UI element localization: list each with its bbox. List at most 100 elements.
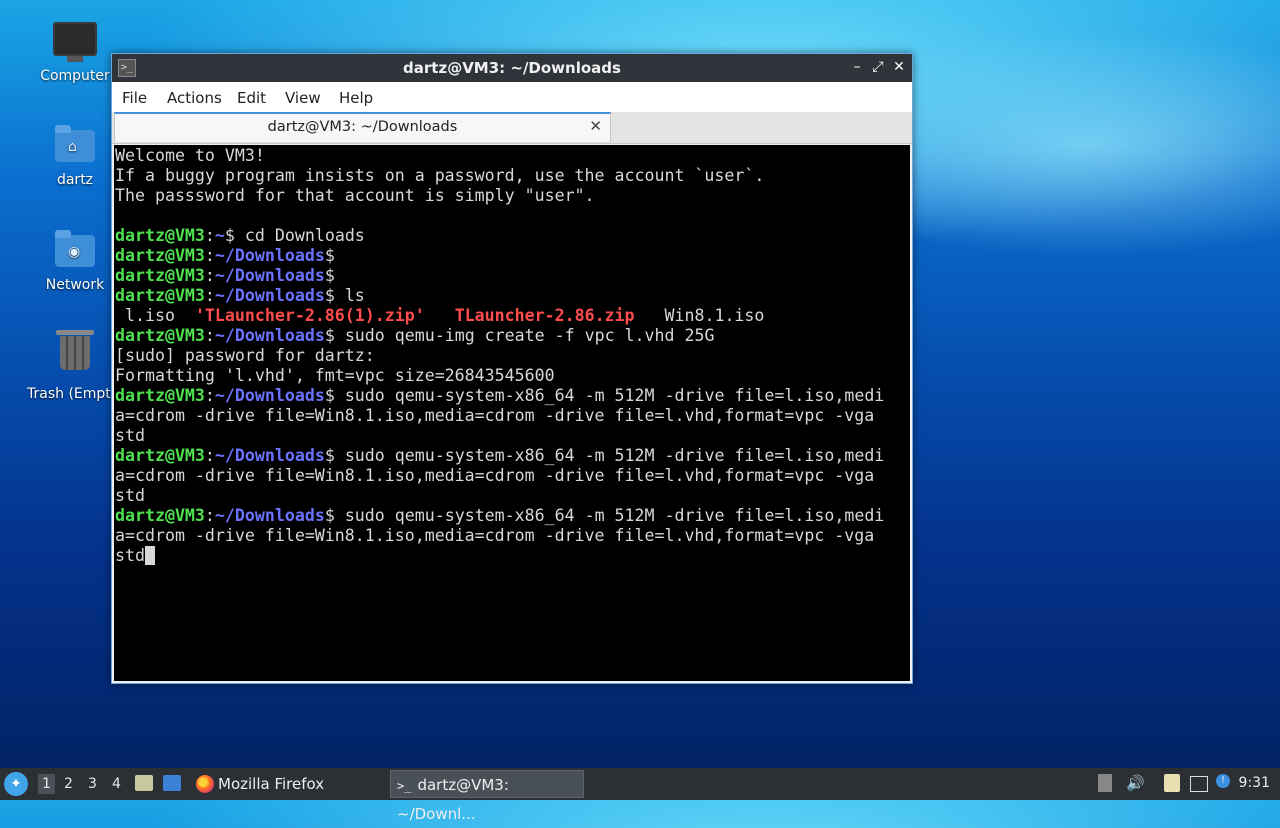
output-text: a=cdrom -drive file=Win8.1.iso,media=cdr… xyxy=(115,406,875,425)
terminal-line: a=cdrom -drive file=Win8.1.iso,media=cdr… xyxy=(115,466,910,486)
window-title: dartz@VM3: ~/Downloads xyxy=(403,59,621,77)
output-text: The passsword for that account is simply… xyxy=(115,186,595,205)
workspace-4[interactable]: 4 xyxy=(112,776,121,792)
close-button[interactable]: ✕ xyxy=(890,58,908,76)
workspace-3[interactable]: 3 xyxy=(88,776,97,792)
menu-edit[interactable]: Edit xyxy=(237,89,266,107)
prompt-dollar: $ xyxy=(324,246,335,265)
terminal-line: Formatting 'l.vhd', fmt=vpc size=2684354… xyxy=(115,366,910,386)
trash-icon xyxy=(53,330,97,380)
prompt-separator: : xyxy=(204,506,215,525)
prompt-user: dartz@VM3 xyxy=(115,326,205,345)
desktop-icon-trash[interactable]: Trash (Empty) xyxy=(27,330,125,402)
terminal-line: a=cdrom -drive file=Win8.1.iso,media=cdr… xyxy=(115,406,910,426)
prompt-separator: : xyxy=(204,226,215,245)
prompt-path: ~/Downloads xyxy=(214,246,325,265)
prompt-dollar: $ xyxy=(324,506,335,525)
command-text: cd Downloads xyxy=(234,226,365,245)
prompt-path: ~/Downloads xyxy=(214,386,325,405)
prompt-path: ~ xyxy=(214,226,225,245)
terminal-line: std xyxy=(115,486,910,506)
prompt-user: dartz@VM3 xyxy=(115,246,205,265)
output-text: Formatting 'l.vhd', fmt=vpc size=2684354… xyxy=(115,366,555,385)
prompt-user: dartz@VM3 xyxy=(115,286,205,305)
workspace-1[interactable]: 1 xyxy=(38,774,55,794)
prompt-path: ~/Downloads xyxy=(214,326,325,345)
terminal-line: dartz@VM3:~/Downloads$ sudo qemu-system-… xyxy=(115,386,910,406)
ls-entry: Win8.1.iso xyxy=(634,306,765,325)
prompt-user: dartz@VM3 xyxy=(115,506,205,525)
prompt-dollar: $ xyxy=(224,226,235,245)
minimize-button[interactable]: – xyxy=(848,58,866,76)
ls-entry: l.iso xyxy=(115,306,195,325)
text-cursor xyxy=(144,546,155,565)
tab-bar: dartz@VM3: ~/Downloads ✕ xyxy=(112,112,912,144)
prompt-separator: : xyxy=(204,246,215,265)
command-text: sudo qemu-system-x86_64 -m 512M -drive f… xyxy=(334,446,885,465)
terminal-output[interactable]: Welcome to VM3! If a buggy program insist… xyxy=(114,145,910,681)
task-terminal[interactable]: >_ dartz@VM3: ~/Downl... xyxy=(390,770,584,823)
prompt-dollar: $ xyxy=(324,266,335,285)
prompt-user: dartz@VM3 xyxy=(115,386,205,405)
output-text: std xyxy=(115,426,145,445)
desktop-icon-home[interactable]: ⌂ dartz xyxy=(27,122,123,188)
taskbar: ✦ 1 2 3 4 Mozilla Firefox >_ dartz@VM3: ~… xyxy=(0,768,1280,823)
terminal-line: std xyxy=(115,546,910,566)
prompt-user: dartz@VM3 xyxy=(115,266,205,285)
prompt-user: dartz@VM3 xyxy=(115,446,205,465)
firefox-icon xyxy=(196,775,214,793)
desktop-icon-network[interactable]: ◉ Network xyxy=(27,227,123,293)
computer-icon xyxy=(53,18,97,62)
desktop-icon-computer[interactable]: Computer xyxy=(27,18,123,84)
ls-archive-entry: TLauncher-2.86.zip xyxy=(454,306,635,325)
task-label: Mozilla Firefox xyxy=(218,775,325,793)
terminal-line: dartz@VM3:~/Downloads$ xyxy=(115,266,910,286)
workspace-2[interactable]: 2 xyxy=(64,776,73,792)
command-text: sudo qemu-system-x86_64 -m 512M -drive f… xyxy=(334,386,885,405)
ls-entry xyxy=(425,306,455,325)
terminal-line: The passsword for that account is simply… xyxy=(115,186,910,206)
desktop-icon-label: dartz xyxy=(56,172,94,188)
network-folder-icon: ◉ xyxy=(53,227,97,271)
prompt-separator: : xyxy=(204,386,215,405)
tab-close-icon[interactable]: ✕ xyxy=(589,117,602,135)
prompt-dollar: $ xyxy=(324,446,335,465)
prompt-separator: : xyxy=(204,286,215,305)
menu-view[interactable]: View xyxy=(285,89,321,107)
output-text: a=cdrom -drive file=Win8.1.iso,media=cdr… xyxy=(115,526,875,545)
volume-icon[interactable]: 🔊 xyxy=(1126,774,1145,792)
prompt-path: ~/Downloads xyxy=(214,286,325,305)
show-desktop-icon[interactable] xyxy=(163,775,181,791)
menu-file[interactable]: File xyxy=(122,89,147,107)
terminal-line: If a buggy program insists on a password… xyxy=(115,166,910,186)
tab-title: dartz@VM3: ~/Downloads xyxy=(267,119,458,135)
prompt-path: ~/Downloads xyxy=(214,446,325,465)
desktop-icon-label: Trash (Empty) xyxy=(27,386,125,402)
notification-icon[interactable]: ! xyxy=(1216,774,1230,788)
terminal-line: Welcome to VM3! xyxy=(115,146,910,166)
terminal-line: l.iso 'TLauncher-2.86(1).zip' TLauncher-… xyxy=(115,306,910,326)
network-tray-icon[interactable] xyxy=(1190,776,1208,792)
window-titlebar[interactable]: >_ dartz@VM3: ~/Downloads – ⤢ ✕ xyxy=(112,54,912,82)
terminal-window[interactable]: >_ dartz@VM3: ~/Downloads – ⤢ ✕ File Act… xyxy=(111,53,913,684)
prompt-user: dartz@VM3 xyxy=(115,226,205,245)
menu-bar: File Actions Edit View Help xyxy=(112,82,912,113)
prompt-path: ~/Downloads xyxy=(214,506,325,525)
notes-tray-icon[interactable] xyxy=(1164,774,1180,792)
prompt-separator: : xyxy=(204,266,215,285)
desktop-icon-label: Network xyxy=(45,277,105,293)
home-folder-icon: ⌂ xyxy=(53,122,97,166)
start-menu-icon[interactable]: ✦ xyxy=(4,772,28,796)
file-manager-icon[interactable] xyxy=(135,775,153,791)
task-firefox[interactable]: Mozilla Firefox xyxy=(192,770,382,798)
clipboard-tray-icon[interactable] xyxy=(1098,774,1112,792)
prompt-dollar: $ xyxy=(324,286,335,305)
clock[interactable]: 9:31 xyxy=(1239,775,1270,791)
tab-terminal[interactable]: dartz@VM3: ~/Downloads ✕ xyxy=(114,112,611,142)
maximize-button[interactable]: ⤢ xyxy=(869,58,887,76)
prompt-separator: : xyxy=(204,326,215,345)
menu-actions[interactable]: Actions xyxy=(167,89,222,107)
terminal-line: dartz@VM3:~/Downloads$ sudo qemu-system-… xyxy=(115,506,910,526)
menu-help[interactable]: Help xyxy=(339,89,373,107)
